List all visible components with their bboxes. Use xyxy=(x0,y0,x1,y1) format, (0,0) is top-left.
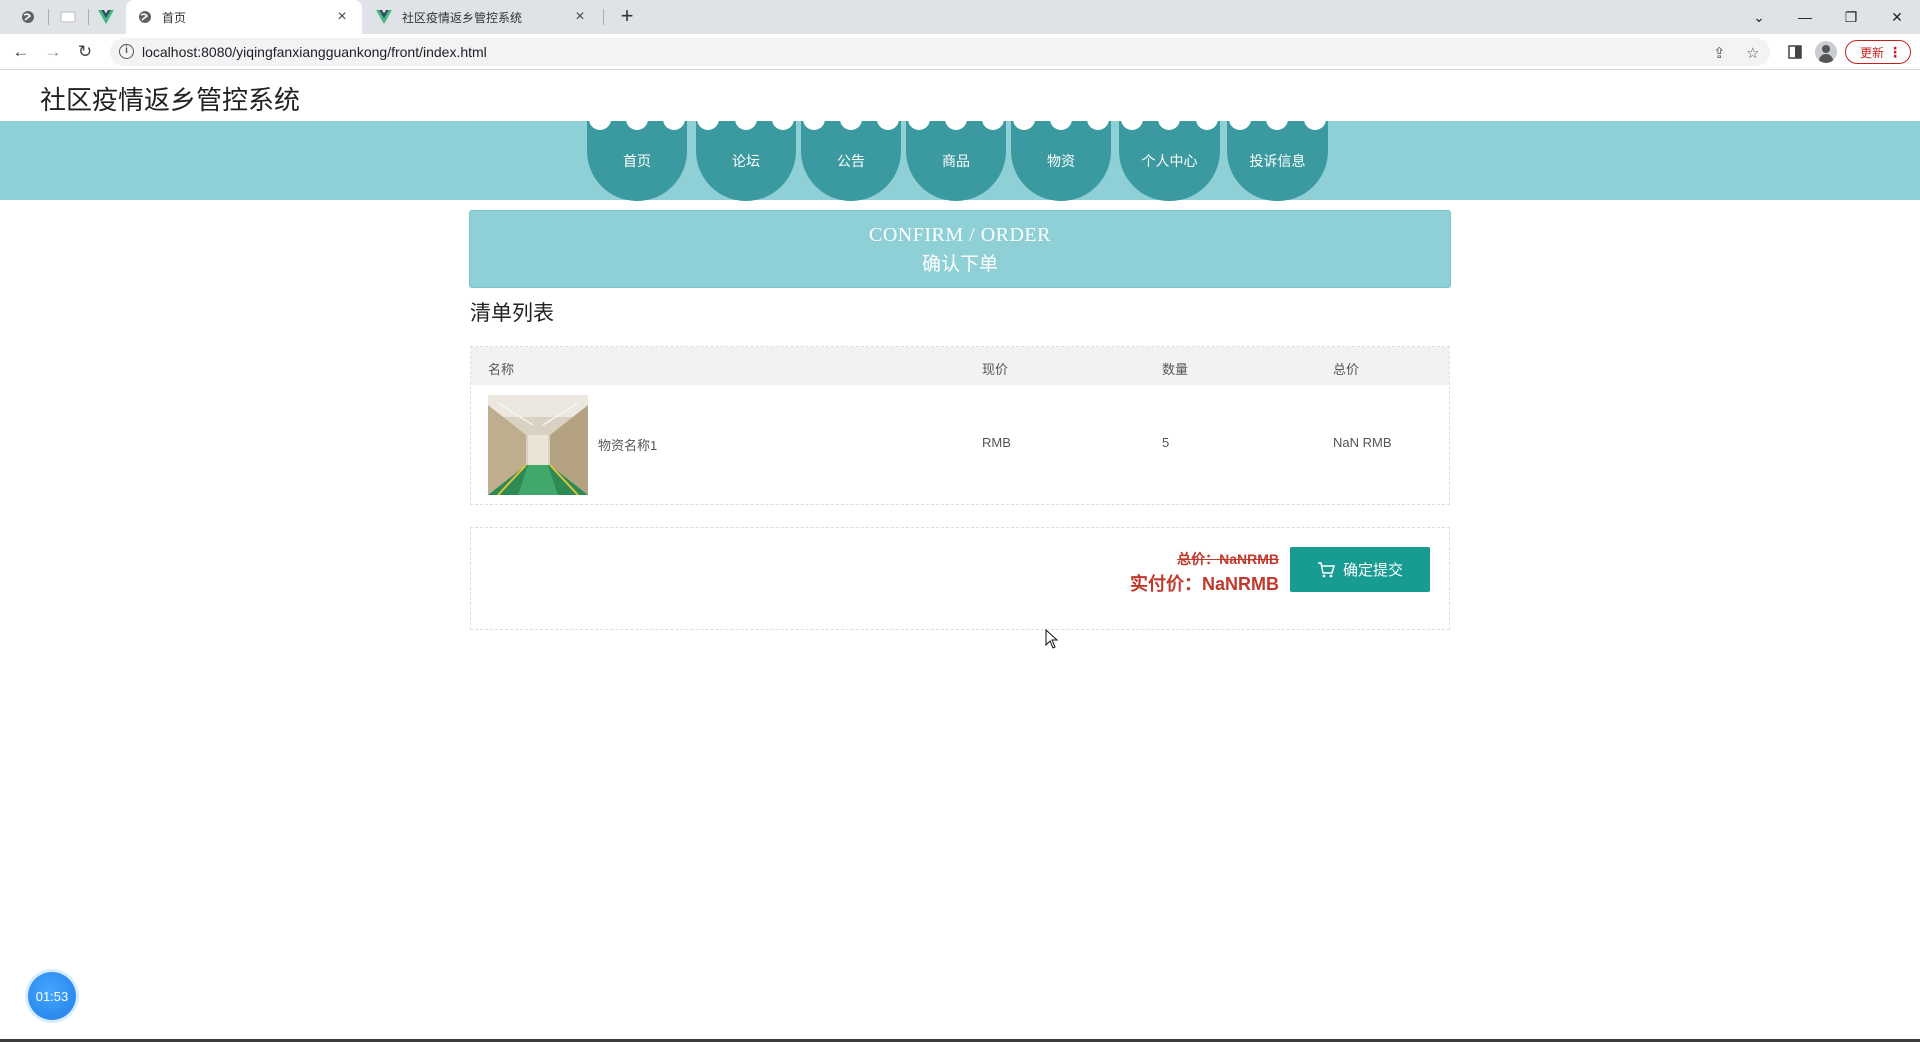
vue-logo-icon xyxy=(98,10,114,24)
mouse-cursor-icon xyxy=(1045,629,1059,649)
site-info-icon[interactable]: i xyxy=(119,44,134,59)
product-price: RMB xyxy=(982,435,1011,450)
address-toolbar: ← → ↻ i localhost:8080/yiqingfanxianggua… xyxy=(0,34,1920,70)
order-table: 名称 现价 数量 总价 物资名称1 RMB 5 NaN RMB xyxy=(470,346,1450,505)
pinned-tab-blank[interactable] xyxy=(48,0,88,34)
minimize-button[interactable]: — xyxy=(1782,0,1828,34)
tab-system[interactable]: 社区疫情返乡管控系统 × xyxy=(364,0,600,34)
total-price-strikethrough: 总价：NaNRMB xyxy=(1177,551,1279,567)
list-title: 清单列表 xyxy=(470,302,554,325)
tab-title: 社区疫情返乡管控系统 xyxy=(402,10,523,25)
close-tab-icon[interactable]: × xyxy=(572,8,588,26)
table-row: 物资名称1 RMB 5 NaN RMB xyxy=(471,385,1449,504)
share-icon[interactable]: ⇪ xyxy=(1713,44,1726,62)
site-title: 社区疫情返乡管控系统 xyxy=(40,85,301,115)
warehouse-photo xyxy=(488,395,588,495)
close-window-button[interactable]: ✕ xyxy=(1874,0,1920,34)
product-name: 物资名称1 xyxy=(598,438,658,453)
globe-icon xyxy=(22,11,34,23)
shopping-cart-icon xyxy=(1317,561,1335,577)
back-arrow-icon[interactable]: ← xyxy=(9,40,33,64)
pinned-tab-globe[interactable] xyxy=(8,0,48,34)
product-image xyxy=(488,395,588,495)
new-tab-button[interactable]: + xyxy=(614,4,640,30)
banner-title-cn: 确认下单 xyxy=(921,254,998,275)
submit-order-label: 确定提交 xyxy=(1342,562,1403,579)
reload-icon[interactable]: ↻ xyxy=(73,40,97,64)
banner-title-en: CONFIRM / ORDER xyxy=(869,224,1051,246)
product-qty: 5 xyxy=(1162,435,1170,450)
table-header: 名称 现价 数量 总价 xyxy=(471,347,1449,385)
url-text[interactable]: localhost:8080/yiqingfanxiangguankong/fr… xyxy=(142,44,487,60)
browser-tab-strip: 首页 × 社区疫情返乡管控系统 × + ⌄ — ❐ ✕ xyxy=(0,0,1920,34)
profile-avatar-icon[interactable] xyxy=(1815,41,1837,63)
globe-icon xyxy=(139,11,151,23)
header-name: 名称 xyxy=(488,362,515,377)
page-banner: CONFIRM / ORDER 确认下单 xyxy=(469,210,1451,288)
header-total: 总价 xyxy=(1333,362,1360,377)
update-label: 更新 xyxy=(1860,45,1885,60)
forward-arrow-icon[interactable]: → xyxy=(41,40,65,64)
order-summary: 总价：NaNRMB 实付价：NaNRMB 确定提交 xyxy=(470,527,1450,630)
tab-search-chevron-icon[interactable]: ⌄ xyxy=(1736,0,1782,34)
floating-timer-badge[interactable]: 01:53 xyxy=(28,972,76,1020)
address-bar[interactable]: i localhost:8080/yiqingfanxiangguankong/… xyxy=(110,38,1770,66)
pinned-tab-vue[interactable] xyxy=(86,0,126,34)
header-qty: 数量 xyxy=(1162,362,1189,377)
tab-separator xyxy=(603,9,604,25)
close-tab-icon[interactable]: × xyxy=(334,8,350,26)
vue-logo-icon xyxy=(376,10,392,24)
product-total: NaN RMB xyxy=(1333,435,1392,450)
submit-order-button[interactable]: 确定提交 xyxy=(1290,547,1430,592)
browser-update-button[interactable]: 更新 ⋮ xyxy=(1845,40,1911,64)
tab-home[interactable]: 首页 × xyxy=(126,0,362,34)
header-price: 现价 xyxy=(982,362,1009,377)
blank-page-icon xyxy=(60,11,76,23)
restore-button[interactable]: ❐ xyxy=(1828,0,1874,34)
side-panel-icon[interactable] xyxy=(1785,42,1805,62)
tab-title: 首页 xyxy=(162,10,187,25)
more-menu-icon: ⋮ xyxy=(1888,44,1902,60)
bookmark-star-icon[interactable]: ☆ xyxy=(1746,44,1759,62)
paid-price: 实付价：NaNRMB xyxy=(1129,574,1279,594)
